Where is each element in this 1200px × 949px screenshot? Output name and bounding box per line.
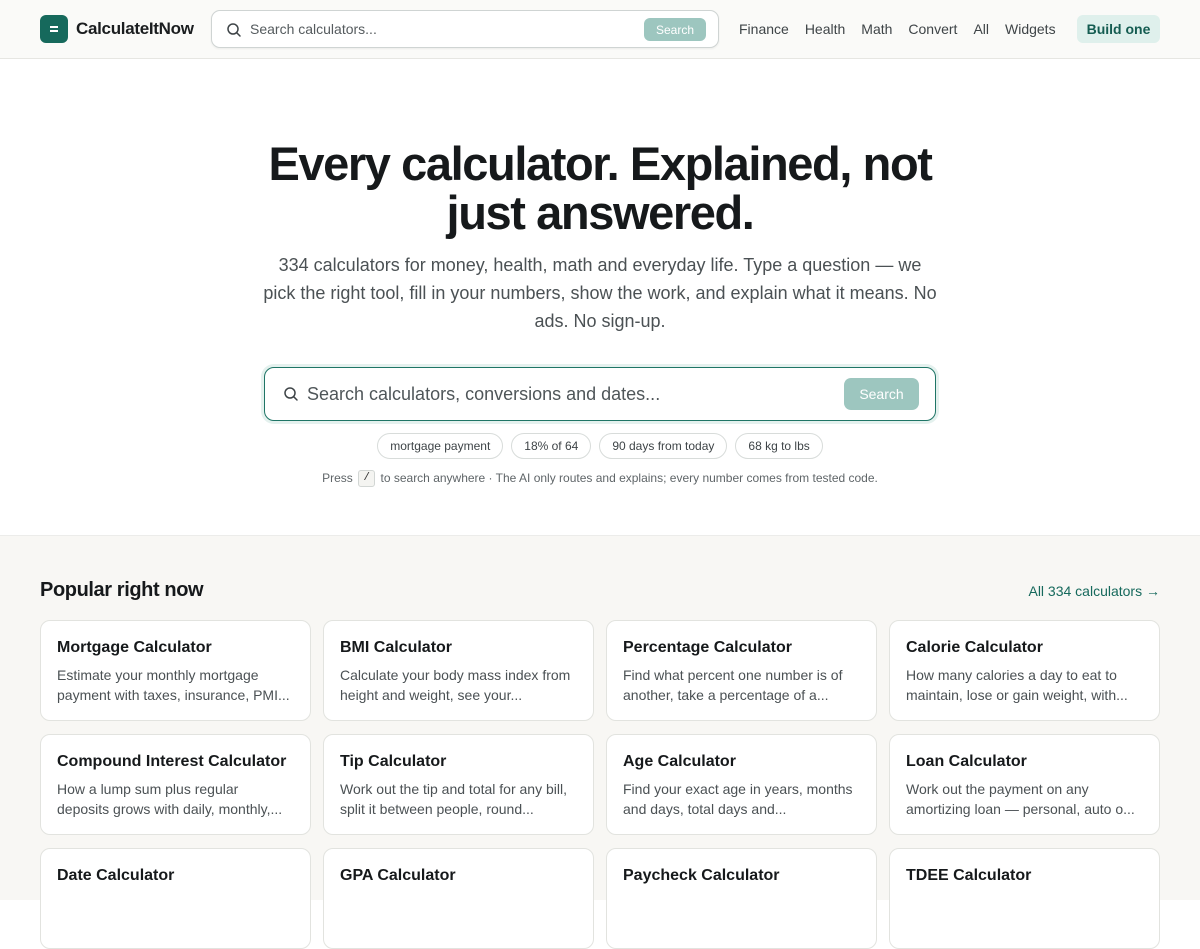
example-chip-days-from-today[interactable]: 90 days from today	[599, 433, 728, 459]
hero-title: Every calculator. Explained, not just an…	[268, 137, 932, 239]
hero-search-box: Search	[264, 367, 936, 421]
hero-search-input[interactable]	[307, 382, 827, 406]
nav-math[interactable]: Math	[861, 19, 892, 39]
calculator-card[interactable]: Paycheck Calculator	[606, 848, 877, 949]
card-title: Mortgage Calculator	[57, 639, 212, 656]
popular-section: Popular right now All 334 calculators → …	[0, 536, 1200, 949]
card-title: Date Calculator	[57, 867, 175, 884]
card-title: Percentage Calculator	[623, 639, 792, 656]
card-description: Find what percent one number is of anoth…	[623, 667, 843, 703]
section-title: Popular right now	[40, 579, 204, 601]
card-description: Work out the payment on any amortizing l…	[906, 781, 1135, 817]
example-chip-mortgage-payment[interactable]: mortgage payment	[377, 433, 504, 459]
hint-suffix: to search anywhere · The AI only routes …	[380, 471, 878, 485]
calculator-logo-icon	[40, 15, 68, 43]
hero-search-button[interactable]: Search	[844, 378, 919, 410]
example-chips: mortgage payment 18% of 64 90 days from …	[0, 433, 1200, 459]
nav-all[interactable]: All	[973, 19, 989, 39]
all-calculators-link[interactable]: All 334 calculators →	[1028, 583, 1160, 599]
calculator-card[interactable]: TDEE Calculator	[889, 848, 1160, 949]
example-chip-percent-of[interactable]: 18% of 64	[511, 433, 592, 459]
calculator-card[interactable]: BMI Calculator Calculate your body mass …	[323, 620, 594, 721]
card-title: Calorie Calculator	[906, 639, 1043, 656]
card-title: Age Calculator	[623, 753, 736, 770]
top-bar: CalculateItNow Search Finance Health Mat…	[0, 0, 1200, 59]
search-icon	[284, 387, 298, 401]
card-description: How a lump sum plus regular deposits gro…	[57, 781, 283, 817]
hint-prefix: Press	[322, 471, 353, 485]
calculator-card[interactable]: GPA Calculator	[323, 848, 594, 949]
hero-section: Every calculator. Explained, not just an…	[0, 59, 1200, 536]
card-title: Tip Calculator	[340, 753, 447, 770]
hero-subtitle: 334 calculators for money, health, math …	[263, 255, 937, 331]
card-title: Paycheck Calculator	[623, 867, 780, 884]
nav-widgets[interactable]: Widgets	[1005, 19, 1056, 39]
nav-finance[interactable]: Finance	[739, 19, 789, 39]
slash-key: /	[358, 470, 376, 488]
calculator-card[interactable]: Calorie Calculator How many calories a d…	[889, 620, 1160, 721]
main-nav: Finance Health Math Convert All Widgets	[739, 19, 1072, 39]
card-description: Estimate your monthly mortgage payment w…	[57, 667, 290, 703]
header-search-box: Search	[211, 10, 719, 48]
card-description: Find your exact age in years, months and…	[623, 781, 853, 817]
brand-name: CalculateItNow	[76, 19, 194, 38]
build-one-button[interactable]: Build one	[1077, 15, 1160, 43]
card-title: GPA Calculator	[340, 867, 456, 884]
card-title: TDEE Calculator	[906, 867, 1032, 884]
card-title: BMI Calculator	[340, 639, 453, 656]
calculator-card[interactable]: Loan Calculator Work out the payment on …	[889, 734, 1160, 835]
example-chip-kg-to-lbs[interactable]: 68 kg to lbs	[735, 433, 823, 459]
card-title: Loan Calculator	[906, 753, 1027, 770]
header-search-input[interactable]	[250, 19, 630, 39]
brand-logo[interactable]: CalculateItNow	[40, 15, 194, 43]
header-search-button[interactable]: Search	[644, 18, 706, 41]
card-description: Calculate your body mass index from heig…	[340, 667, 571, 703]
calculator-card[interactable]: Mortgage Calculator Estimate your monthl…	[40, 620, 311, 721]
calculator-card[interactable]: Percentage Calculator Find what percent …	[606, 620, 877, 721]
calculator-card[interactable]: Age Calculator Find your exact age in ye…	[606, 734, 877, 835]
card-description: Work out the tip and total for any bill,…	[340, 781, 567, 817]
nav-convert[interactable]: Convert	[908, 19, 957, 39]
search-hint: Press / to search anywhere · The AI only…	[0, 469, 1200, 488]
search-icon	[227, 23, 241, 37]
calculator-card[interactable]: Tip Calculator Work out the tip and tota…	[323, 734, 594, 835]
card-description: How many calories a day to eat to mainta…	[906, 667, 1128, 703]
nav-health[interactable]: Health	[805, 19, 845, 39]
card-title: Compound Interest Calculator	[57, 753, 287, 770]
calculator-card[interactable]: Compound Interest Calculator How a lump …	[40, 734, 311, 835]
calculator-card[interactable]: Date Calculator	[40, 848, 311, 949]
